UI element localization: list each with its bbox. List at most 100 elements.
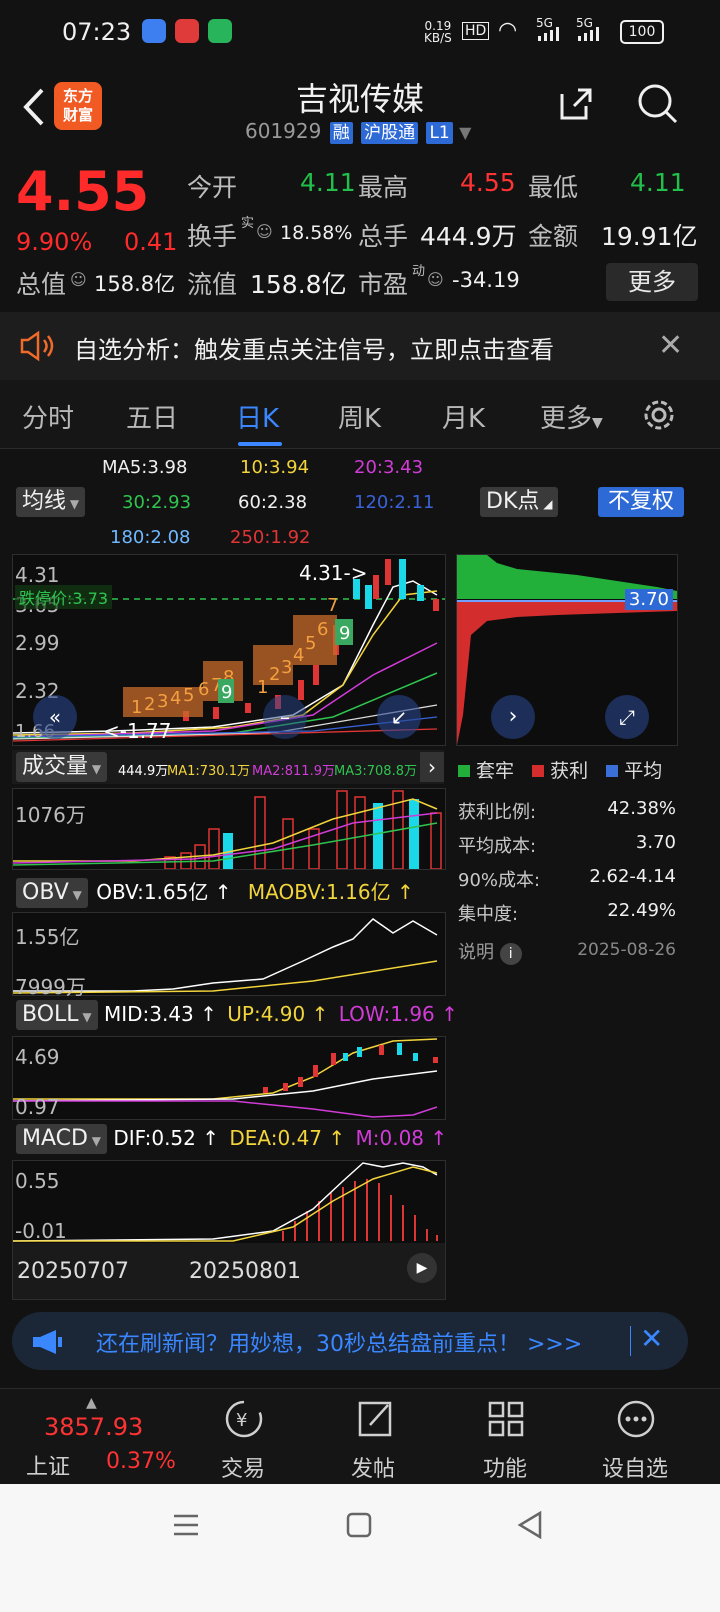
arrow-up-icon: ↑ [434,1002,458,1026]
chevron-right-icon[interactable]: › [420,752,444,782]
td-number: 2 [269,664,280,685]
signal-notice[interactable]: 自选分析：触发重点关注信号，立即点击查看 ✕ [0,312,720,380]
tab-weekly-k[interactable]: 周K [338,398,381,435]
zoom-in-icon[interactable]: ↙ [377,695,421,739]
boll-low: LOW:1.96 [338,1002,435,1026]
obv-y-top: 1.55亿 [15,925,80,949]
chip-distribution-chart[interactable]: 3.70 › ⤢ [456,554,678,746]
caret-down-icon: ▼ [592,415,603,431]
index-name[interactable]: 上证 [26,1449,70,1481]
tab-monthly-k[interactable]: 月K [442,398,485,435]
tab-active-indicator [238,442,282,446]
limit-price-label: 跌停价:3.73 [15,585,113,609]
bottom-nav: ▲ 3857.93 上证 0.37% ¥ 交易 发帖 功能 设自选 [0,1388,720,1485]
index-percent[interactable]: 0.37% [106,1449,176,1474]
functions-icon[interactable] [484,1397,528,1441]
zoom-out-icon[interactable]: – [263,695,307,739]
scroll-left-icon[interactable]: « [33,695,77,739]
macd-y-top: 0.55 [15,1169,60,1193]
chip-90-cost-label: 90%成本: [458,870,541,891]
fuquan-button[interactable]: 不复权 [598,487,685,517]
dk-point-button[interactable]: DK点 ◢ [480,487,559,517]
news-banner-text: 还在刷新闻？用妙想，30秒总结盘前重点！ >>> [96,1332,583,1357]
tab-more-label: 更多 [540,404,593,434]
volume-ma3: MA3:708.8万 [334,764,417,779]
ma250-label: 250:1.92 [230,527,311,548]
chip-90-cost-value: 2.62-4.14 [589,866,676,887]
boll-selector[interactable]: BOLL ▼ [16,1000,98,1030]
ma-selector[interactable]: 均线 ▼ [16,487,86,517]
scroll-right-icon[interactable]: › [491,695,535,739]
td-number: 1 [131,697,142,718]
info-icon[interactable]: ☺ [256,222,273,241]
info-icon-3[interactable]: ☺ [427,270,444,289]
search-icon[interactable] [636,82,680,126]
tab-more[interactable]: 更多▼ [540,398,603,435]
caret-down-icon: ▼ [87,1134,101,1148]
news-banner[interactable]: 还在刷新闻？用妙想，30秒总结盘前重点！ >>> ✕ [12,1312,688,1370]
nav-add-watchlist[interactable]: 设自选 [590,1451,680,1483]
current-price: 4.55 [16,160,150,223]
close-icon[interactable]: ✕ [658,328,683,363]
kline-chart[interactable]: 1 2 3 4 5 6 7 8 1 2 3 4 5 6 7 9 9 4.31 3… [12,554,446,746]
turnover-sup: 实 [241,216,255,231]
dk-point-label: DK点 [486,489,540,514]
nav-trade[interactable]: 交易 [198,1451,288,1483]
tab-intraday[interactable]: 分时 [22,398,74,435]
net-speed-unit: KB/S [424,31,452,45]
ma180-label: 180:2.08 [110,527,191,548]
td-number: 4 [170,688,181,709]
divider [630,1326,631,1356]
tab-five-day[interactable]: 五日 [126,398,178,435]
chip-profit-ratio-label: 获利比例: [458,802,537,823]
tag-level: L1 [426,122,453,144]
maobv-value: MAOBV:1.16亿 [247,880,391,904]
low-label: 最低 [528,173,579,202]
chevron-down-icon[interactable]: ▼ [459,123,471,142]
volume-ma1: MA1:730.1万 [167,764,250,779]
macd-selector[interactable]: MACD ▼ [16,1124,107,1154]
gear-icon[interactable] [640,396,678,434]
market-cap-label: 总值 [16,270,67,299]
obv-selector[interactable]: OBV ▼ [16,878,88,908]
stock-code-row: 601929 融 沪股通 L1 ▼ [245,119,471,144]
post-icon[interactable] [354,1397,398,1441]
tab-daily-k[interactable]: 日K [236,398,279,435]
macd-dif: DIF:0.52 [113,1126,196,1150]
signal-icon [536,26,562,41]
svg-text:¥: ¥ [236,1410,247,1431]
chip-average-cost-label: 平均成本: [458,836,537,857]
home-icon[interactable] [346,1512,372,1538]
play-icon[interactable]: ▶ [407,1253,437,1283]
back-nav-icon[interactable] [516,1510,544,1540]
volume-label: 总手 [358,222,409,251]
more-quote-button[interactable]: 更多 [606,263,698,301]
close-icon[interactable]: ✕ [640,1322,663,1355]
volume-selector[interactable]: 成交量 ▼ [16,752,108,782]
info-icon-2[interactable]: ☺ [70,270,87,289]
chip-concentration-value: 22.49% [607,900,676,921]
boll-up-line [13,1038,438,1100]
turnover-label: 换手 [187,222,238,251]
expand-icon[interactable]: ⤢ [605,695,649,739]
index-value[interactable]: 3857.93 [44,1413,143,1441]
menu-icon[interactable] [172,1512,200,1538]
arrow-up-icon: ↑ [195,1126,220,1150]
chip-note-label: 说明 [458,942,494,963]
ma120-label: 120:2.11 [354,492,435,513]
tag-margin: 融 [329,122,353,144]
date-mid: 20250801 [189,1259,301,1284]
trade-icon[interactable]: ¥ [222,1397,266,1441]
open-value: 4.11 [300,168,356,197]
chart-tabs: 分时 五日 日K 周K 月K 更多▼ [0,380,720,449]
ma-selector-label: 均线 [22,489,67,514]
average-cost-badge: 3.70 [624,589,673,610]
amount-label: 金额 [528,222,579,251]
nav-post[interactable]: 发帖 [328,1451,418,1483]
share-icon[interactable] [556,84,596,124]
volume-chart: 1076万 [12,788,446,870]
more-dots-icon[interactable] [614,1397,658,1441]
y-label-3: 2.99 [15,631,60,655]
nav-functions[interactable]: 功能 [460,1451,550,1483]
chip-note[interactable]: 说明 i [458,938,522,965]
